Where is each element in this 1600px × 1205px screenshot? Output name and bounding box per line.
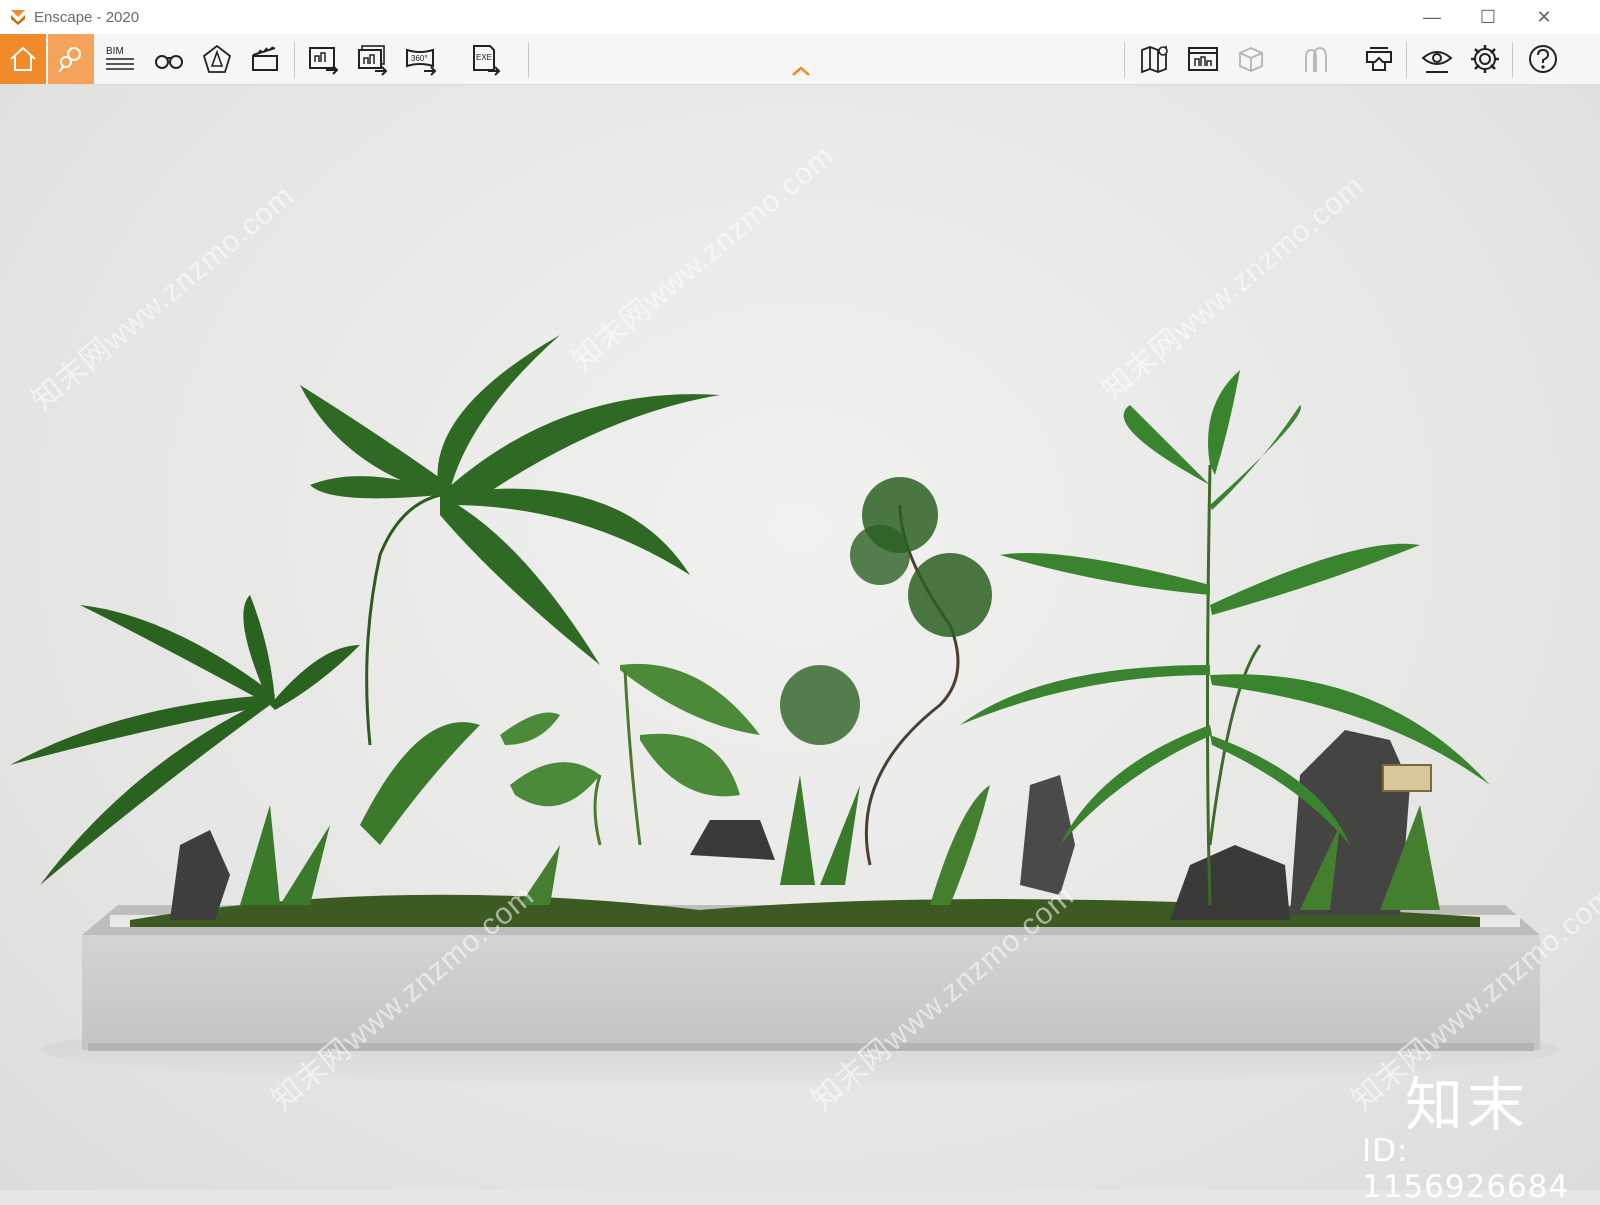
chevron-up-icon	[792, 66, 810, 76]
tree-fern	[300, 335, 720, 665]
image-id-label: ID: 1156926684	[1362, 1133, 1570, 1205]
toolbar-separator	[1124, 42, 1125, 78]
toolbar-separator	[294, 42, 295, 78]
vr-people-button[interactable]	[1292, 34, 1338, 84]
minimize-button[interactable]: —	[1404, 0, 1460, 34]
rock	[690, 820, 775, 860]
planter-box	[82, 935, 1540, 1050]
map-button[interactable]	[1132, 34, 1178, 84]
map-pin-icon	[1141, 45, 1168, 74]
help-icon	[1529, 45, 1557, 73]
render-export-button[interactable]	[300, 34, 346, 84]
binoculars-button[interactable]	[146, 34, 192, 84]
help-button[interactable]	[1520, 34, 1566, 84]
vr-people-icon	[1305, 47, 1327, 72]
collapse-toolbar-button[interactable]	[790, 64, 812, 78]
asset-library-icon	[1188, 47, 1218, 71]
fern-left	[10, 595, 360, 885]
toolbar-separator	[528, 42, 529, 78]
bim-icon: BIM	[106, 46, 134, 70]
enscape-logo-icon	[11, 10, 25, 25]
toolbar-separator	[1406, 42, 1407, 78]
vr-headset-icon	[1366, 47, 1392, 71]
views-button[interactable]	[48, 34, 94, 84]
binoculars-icon	[155, 55, 183, 69]
eye-settings-icon	[1421, 51, 1453, 73]
close-button[interactable]: ✕	[1516, 0, 1572, 34]
cube-icon	[1239, 47, 1263, 72]
title-bar: Enscape - 2020	[0, 0, 1600, 34]
home-button[interactable]	[0, 34, 46, 84]
aralia	[780, 477, 992, 745]
window-title: Enscape - 2020	[34, 8, 140, 26]
visual-settings-button[interactable]	[1414, 34, 1460, 84]
maximize-button[interactable]: ☐	[1460, 0, 1516, 34]
panorama-360-icon: 360°	[406, 48, 437, 76]
render-viewport[interactable]: 知末网www.znzmo.com 知末网www.znzmo.com 知末网www…	[0, 85, 1600, 1190]
garden-light	[1382, 764, 1432, 792]
panorama-label: 360°	[411, 54, 428, 63]
batch-render-icon	[358, 45, 388, 76]
exe-label: EXE	[476, 53, 492, 62]
render-export-icon	[309, 47, 339, 75]
cube-button[interactable]	[1228, 34, 1274, 84]
location-pins-icon	[58, 47, 81, 73]
gear-icon	[1471, 45, 1499, 73]
batch-render-button[interactable]	[349, 34, 395, 84]
clapperboard-icon	[252, 46, 278, 71]
exe-export-button[interactable]: EXE	[462, 34, 508, 84]
video-editor-button[interactable]	[242, 34, 288, 84]
toolbar-separator	[1512, 42, 1513, 78]
light-view-button[interactable]	[194, 34, 240, 84]
brand-watermark-logo: 知末	[1405, 1071, 1530, 1139]
bim-button[interactable]: BIM	[97, 34, 143, 84]
exe-export-icon: EXE	[473, 45, 501, 76]
light-view-icon	[202, 44, 232, 73]
bim-label: BIM	[106, 46, 124, 57]
settings-button[interactable]	[1462, 34, 1508, 84]
asset-library-button[interactable]	[1180, 34, 1226, 84]
panorama-button[interactable]: 360°	[398, 34, 444, 84]
vr-headset-button[interactable]	[1356, 34, 1402, 84]
home-icon	[10, 46, 36, 71]
rock	[1170, 845, 1290, 920]
